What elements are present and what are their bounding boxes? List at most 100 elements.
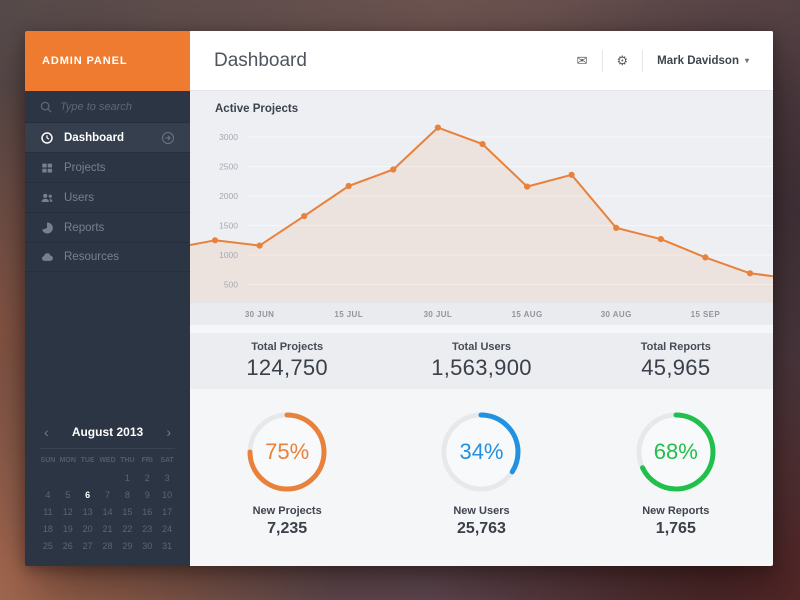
calendar-day[interactable]: 12 — [58, 506, 78, 518]
calendar-day[interactable]: 21 — [98, 523, 118, 535]
calendar-day — [58, 472, 78, 484]
sidebar: ADMIN PANEL Dashboard Projects Users Report… — [25, 31, 190, 566]
calendar-day[interactable]: 9 — [137, 489, 157, 501]
search-bar — [25, 91, 190, 122]
arrow-circle-icon — [161, 131, 175, 145]
calendar-day[interactable]: 22 — [117, 523, 137, 535]
app-logo: ADMIN PANEL — [25, 31, 190, 91]
calendar-day[interactable]: 15 — [117, 506, 137, 518]
sidebar-item-resources[interactable]: Resources — [25, 242, 190, 272]
header-actions: ✉ ⚙ Mark Davidson ▾ — [577, 50, 749, 72]
search-icon — [40, 101, 52, 113]
calendar-day[interactable]: 1 — [117, 472, 137, 484]
calendar-day[interactable]: 4 — [38, 489, 58, 501]
calendar-day-header: MON — [58, 457, 78, 467]
calendar-day-header: SAT — [157, 457, 177, 467]
sidebar-item-label: Dashboard — [64, 132, 151, 144]
active-projects-chart: Active Projects 300025002000150010005003… — [190, 91, 773, 325]
stat-total-projects: Total Projects 124,750 — [190, 333, 384, 389]
calendar-day[interactable]: 10 — [157, 489, 177, 501]
gauge-percent: 34% — [439, 410, 523, 494]
svg-text:2000: 2000 — [219, 191, 238, 201]
svg-text:30 JUL: 30 JUL — [424, 310, 453, 319]
sidebar-item-reports[interactable]: Reports — [25, 212, 190, 242]
grid-icon — [40, 161, 54, 175]
calendar-day[interactable]: 17 — [157, 506, 177, 518]
calendar-day[interactable]: 28 — [98, 540, 118, 552]
sidebar-item-dashboard[interactable]: Dashboard — [25, 122, 190, 152]
sidebar-item-projects[interactable]: Projects — [25, 152, 190, 182]
gauge-new-projects: 75%New Projects7,235 — [190, 410, 384, 538]
stat-label: Total Projects — [251, 341, 323, 353]
svg-text:15 JUL: 15 JUL — [334, 310, 363, 319]
calendar-day[interactable]: 2 — [137, 472, 157, 484]
calendar-day[interactable]: 27 — [78, 540, 98, 552]
calendar-day[interactable]: 29 — [117, 540, 137, 552]
gauge-label: New Reports — [642, 505, 709, 517]
gauge-new-reports: 68% New Reports 1,765 — [579, 410, 773, 538]
gauge-new-users: 34%New Users25,763 — [384, 410, 578, 538]
calendar-day[interactable]: 13 — [78, 506, 98, 518]
svg-text:15 AUG: 15 AUG — [512, 310, 543, 319]
calendar-divider — [40, 448, 175, 449]
calendar-day[interactable]: 19 — [58, 523, 78, 535]
progress-ring: 34% — [439, 410, 523, 494]
calendar-day[interactable]: 5 — [58, 489, 78, 501]
users-icon — [40, 191, 54, 205]
calendar-day-selected[interactable]: 6 — [78, 489, 98, 501]
svg-text:1000: 1000 — [219, 250, 238, 260]
header-divider — [642, 50, 643, 72]
calendar-day[interactable]: 11 — [38, 506, 58, 518]
calendar-day[interactable]: 24 — [157, 523, 177, 535]
stat-total-reports: Total Reports45,965 — [579, 333, 773, 389]
search-input[interactable] — [60, 101, 175, 113]
calendar-day[interactable]: 23 — [137, 523, 157, 535]
stat-value: 1,563,900 — [431, 355, 532, 381]
chart-title: Active Projects — [215, 103, 298, 115]
calendar-day-header: THU — [117, 457, 137, 467]
user-menu[interactable]: Mark Davidson ▾ — [657, 55, 749, 67]
main-content: Dashboard ✉ ⚙ Mark Davidson ▾ Active Pro… — [190, 31, 773, 566]
calendar-day[interactable]: 25 — [38, 540, 58, 552]
calendar-day-header: SUN — [38, 457, 58, 467]
stat-value: 45,965 — [641, 355, 710, 381]
calendar-day[interactable]: 31 — [157, 540, 177, 552]
gauge-label: New Projects — [253, 505, 322, 517]
calendar-day[interactable]: 3 — [157, 472, 177, 484]
calendar-grid: SUNMONTUEWEDTHUFRISAT1234567891011121314… — [38, 457, 177, 552]
calendar-next-icon[interactable]: › — [166, 425, 171, 439]
calendar-day-header: FRI — [137, 457, 157, 467]
progress-ring: 75% — [245, 410, 329, 494]
calendar-day[interactable]: 16 — [137, 506, 157, 518]
svg-text:1500: 1500 — [219, 221, 238, 231]
stat-label: Total Users — [452, 341, 511, 353]
calendar-header: ‹ August 2013 › — [38, 423, 177, 448]
calendar-day — [98, 472, 118, 484]
svg-text:2500: 2500 — [219, 162, 238, 172]
admin-panel-window: ADMIN PANEL Dashboard Projects Users Report… — [25, 31, 773, 566]
gauge-value: 1,765 — [656, 520, 696, 538]
pie-icon — [40, 221, 54, 235]
calendar-day-header: TUE — [78, 457, 98, 467]
gear-icon[interactable]: ⚙ — [617, 54, 629, 67]
calendar-day[interactable]: 7 — [98, 489, 118, 501]
sidebar-item-label: Projects — [64, 162, 175, 174]
calendar-day[interactable]: 26 — [58, 540, 78, 552]
calendar-day[interactable]: 14 — [98, 506, 118, 518]
clock-icon — [40, 131, 54, 145]
calendar-day[interactable]: 8 — [117, 489, 137, 501]
sidebar-item-users[interactable]: Users — [25, 182, 190, 212]
progress-ring: 68% — [634, 410, 718, 494]
totals-row: Total Projects 124,750 Total Users 1,563,90… — [190, 333, 773, 389]
stat-total-users: Total Users 1,563,900 — [384, 333, 578, 389]
calendar-prev-icon[interactable]: ‹ — [44, 425, 49, 439]
page-title: Dashboard — [214, 50, 577, 72]
sidebar-item-label: Users — [64, 192, 175, 204]
stat-value: 124,750 — [246, 355, 328, 381]
calendar: ‹ August 2013 › SUNMONTUEWEDTHUFRISAT123… — [25, 423, 190, 566]
calendar-day[interactable]: 30 — [137, 540, 157, 552]
calendar-day[interactable]: 20 — [78, 523, 98, 535]
calendar-day-header: WED — [98, 457, 118, 467]
calendar-day[interactable]: 18 — [38, 523, 58, 535]
mail-icon[interactable]: ✉ — [577, 54, 588, 67]
